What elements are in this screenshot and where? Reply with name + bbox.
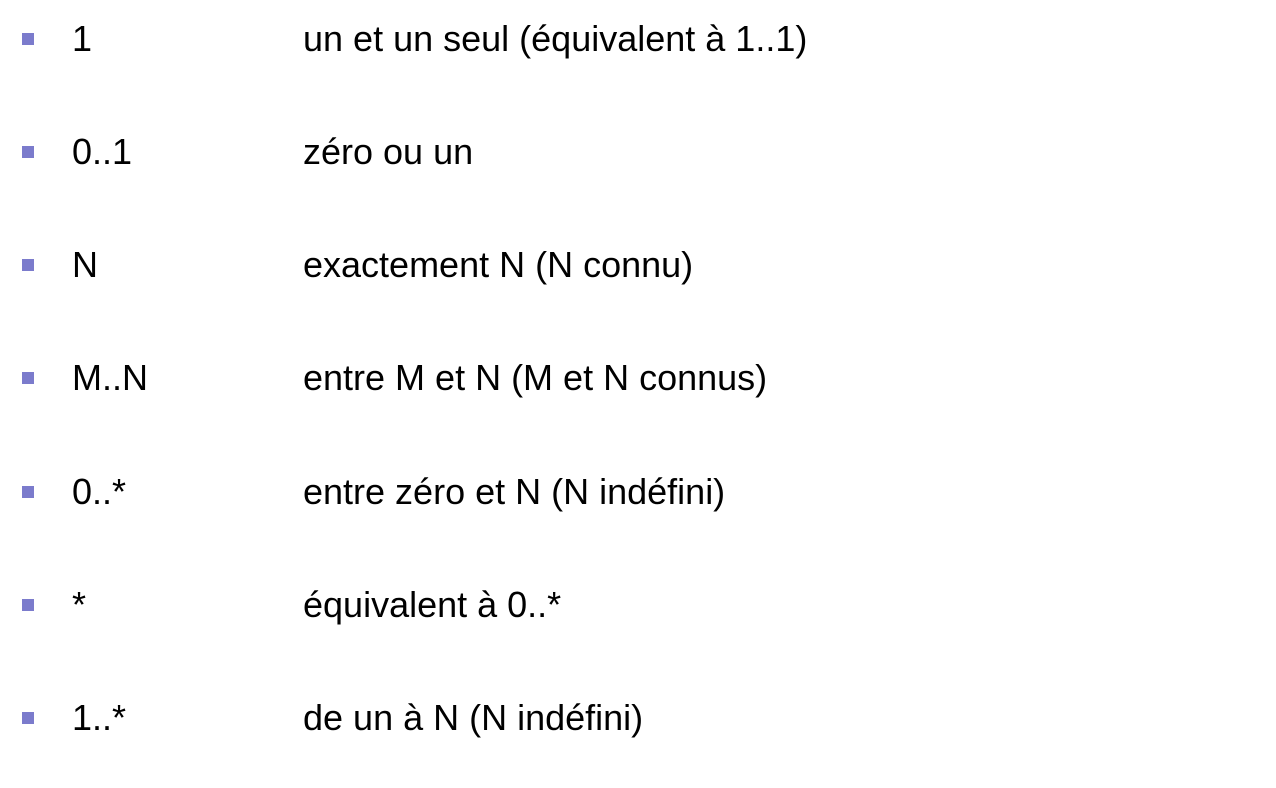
- list-item: 1..* de un à N (N indéfini): [0, 697, 1276, 772]
- multiplicity-list: 1 un et un seul (équivalent à 1..1) 0..1…: [0, 0, 1276, 788]
- list-item: M..N entre M et N (M et N connus): [0, 357, 1276, 432]
- square-bullet-icon: [22, 486, 34, 498]
- square-bullet-icon: [22, 712, 34, 724]
- multiplicity-term: *: [72, 584, 87, 625]
- list-item: N exactement N (N connu): [0, 244, 1276, 319]
- multiplicity-term: N: [72, 244, 98, 285]
- list-item: 0..* entre zéro et N (N indéfini): [0, 471, 1276, 546]
- multiplicity-term: 1: [72, 18, 93, 59]
- square-bullet-icon: [22, 33, 34, 45]
- multiplicity-description: entre zéro et N (N indéfini): [303, 471, 726, 512]
- list-item: * équivalent à 0..*: [0, 584, 1276, 659]
- multiplicity-description: de un à N (N indéfini): [303, 697, 644, 738]
- square-bullet-icon: [22, 599, 34, 611]
- multiplicity-description: exactement N (N connu): [303, 244, 694, 285]
- multiplicity-description: zéro ou un: [303, 131, 474, 172]
- multiplicity-term: 0..1: [72, 131, 133, 172]
- list-item: 1 un et un seul (équivalent à 1..1): [0, 18, 1276, 93]
- multiplicity-term: M..N: [72, 357, 148, 398]
- multiplicity-description: équivalent à 0..*: [303, 584, 562, 625]
- square-bullet-icon: [22, 259, 34, 271]
- square-bullet-icon: [22, 372, 34, 384]
- multiplicity-term: 1..*: [72, 697, 127, 738]
- multiplicity-description: entre M et N (M et N connus): [303, 357, 768, 398]
- multiplicity-description: un et un seul (équivalent à 1..1): [303, 18, 808, 59]
- multiplicity-term: 0..*: [72, 471, 127, 512]
- list-item: 0..1 zéro ou un: [0, 131, 1276, 206]
- square-bullet-icon: [22, 146, 34, 158]
